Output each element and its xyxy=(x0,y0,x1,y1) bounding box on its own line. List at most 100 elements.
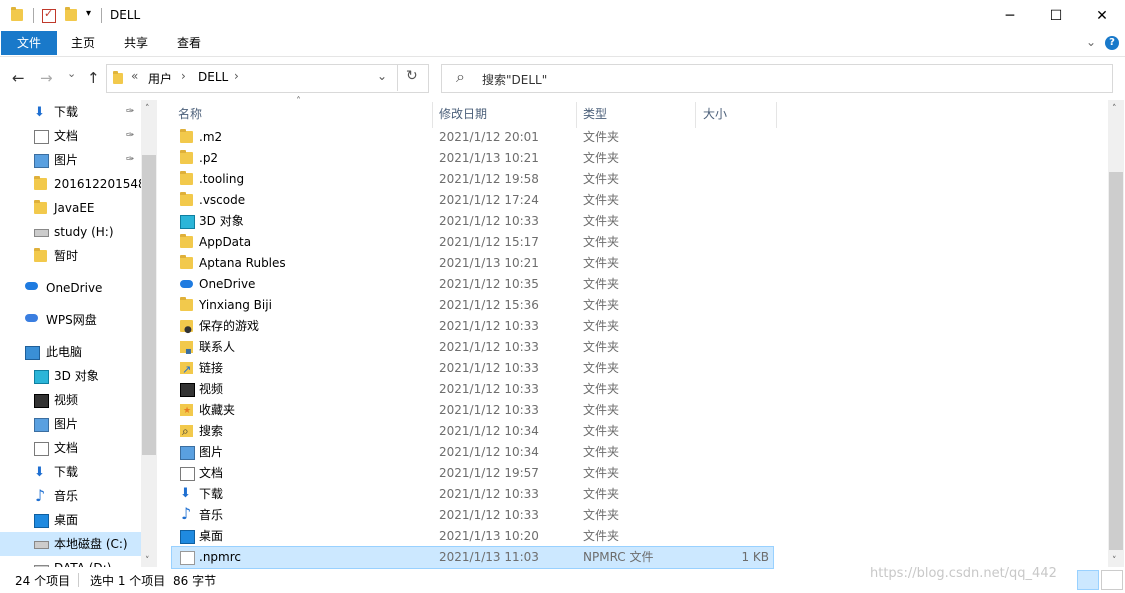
recent-locations-button[interactable]: ⌄ xyxy=(67,67,76,80)
forward-button[interactable]: → xyxy=(40,69,53,87)
column-divider[interactable] xyxy=(695,102,696,128)
file-name: .tooling xyxy=(199,172,245,186)
column-header-date[interactable]: 修改日期 xyxy=(433,102,487,126)
file-row[interactable]: .npmrc 2021/1/13 11:03 NPMRC 文件 1 KB xyxy=(171,546,774,569)
file-row[interactable]: 联系人 2021/1/12 10:33 文件夹 xyxy=(172,337,773,362)
address-dropdown-button[interactable]: ⌄ xyxy=(377,69,387,83)
file-row[interactable]: 文档 2021/1/12 19:57 文件夹 xyxy=(172,463,773,484)
sidebar-item-label: 音乐 xyxy=(54,489,79,503)
column-header-type[interactable]: 类型 xyxy=(577,102,607,126)
column-divider[interactable] xyxy=(776,102,777,128)
file-row[interactable]: OneDrive 2021/1/12 10:35 文件夹 xyxy=(172,274,773,295)
sidebar-item[interactable]: 图片 ✑ xyxy=(0,148,141,172)
sidebar-item[interactable]: 此电脑 xyxy=(0,340,141,364)
new-folder-icon[interactable] xyxy=(65,7,77,21)
sidebar-item[interactable]: 下载 xyxy=(0,460,141,485)
tab-view[interactable]: 查看 xyxy=(168,31,210,55)
breadcrumb-separator[interactable]: › xyxy=(181,69,186,83)
sidebar-item[interactable]: 视频 xyxy=(0,388,141,412)
sidebar-item[interactable]: study (H:) xyxy=(0,220,141,244)
breadcrumb-item-dell[interactable]: DELL xyxy=(198,70,228,84)
up-button[interactable]: ↑ xyxy=(87,69,100,87)
list-scroll-up[interactable]: ˄ xyxy=(1112,104,1117,114)
refresh-button[interactable]: ↻ xyxy=(397,64,428,91)
file-row[interactable]: 桌面 2021/1/13 10:20 文件夹 xyxy=(172,526,773,547)
file-row[interactable]: 收藏夹 2021/1/12 10:33 文件夹 xyxy=(172,400,773,422)
breadcrumb-item-users[interactable]: 用户 xyxy=(148,70,172,87)
column-header-size[interactable]: 大小 xyxy=(697,102,727,126)
close-button[interactable]: ✕ xyxy=(1079,0,1125,31)
file-date: 2021/1/12 10:34 xyxy=(439,445,539,459)
sidebar-item[interactable]: JavaEE xyxy=(0,196,141,220)
qat-dropdown-icon[interactable]: ▾ xyxy=(86,8,91,19)
file-name: 音乐 xyxy=(199,508,224,522)
tab-file[interactable]: 文件 xyxy=(1,31,57,55)
minimize-button[interactable]: ─ xyxy=(987,0,1033,31)
help-icon[interactable]: ? xyxy=(1105,36,1119,50)
sidebar-scroll-up[interactable]: ˄ xyxy=(145,104,150,114)
search-icon xyxy=(180,421,193,442)
tab-home[interactable]: 主页 xyxy=(62,31,104,55)
file-list-scroll-thumb[interactable] xyxy=(1109,172,1123,550)
address-bar[interactable]: « 用户 › DELL › ⌄ xyxy=(106,64,429,93)
divider xyxy=(101,8,102,23)
file-name: Yinxiang Biji xyxy=(199,298,272,312)
sidebar-item[interactable]: 桌面 xyxy=(0,508,141,532)
file-size: 1 KB xyxy=(741,550,769,564)
sidebar-item[interactable]: 文档 xyxy=(0,436,141,460)
properties-icon[interactable] xyxy=(42,7,56,23)
breadcrumb-overflow[interactable]: « xyxy=(131,69,138,83)
breadcrumb-separator[interactable]: › xyxy=(234,69,239,83)
pic-icon xyxy=(34,418,49,432)
file-type: 文件夹 xyxy=(583,382,620,396)
sidebar-item[interactable]: 图片 xyxy=(0,412,141,436)
pic-icon xyxy=(34,154,49,168)
file-row[interactable]: 视频 2021/1/12 10:33 文件夹 xyxy=(172,379,773,400)
sidebar-item[interactable]: 3D 对象 xyxy=(0,364,141,388)
maximize-button[interactable]: ☐ xyxy=(1033,0,1079,31)
file-type: 文件夹 xyxy=(583,466,620,480)
file-row[interactable]: 3D 对象 2021/1/12 10:33 文件夹 xyxy=(172,211,773,232)
sidebar-item[interactable]: 本地磁盘 (C:) xyxy=(0,532,141,556)
sidebar-item[interactable]: 音乐 xyxy=(0,484,141,508)
sidebar-item[interactable]: WPS网盘 xyxy=(0,308,141,332)
chevron-down-icon[interactable]: ⌄ xyxy=(1086,35,1096,49)
large-icons-view-button[interactable] xyxy=(1101,570,1123,590)
search-box[interactable]: ⌕ 搜索"DELL" xyxy=(441,64,1113,93)
file-type: 文件夹 xyxy=(583,193,620,207)
sidebar-item[interactable]: 暂时 xyxy=(0,244,141,268)
title-bar: ▾ DELL ─ ☐ ✕ xyxy=(0,0,1125,31)
details-view-button[interactable] xyxy=(1077,570,1099,590)
sidebar-item[interactable]: DATA (D:) xyxy=(0,556,141,567)
file-row[interactable]: AppData 2021/1/12 15:17 文件夹 xyxy=(172,232,773,253)
sidebar-item[interactable]: 文档 ✑ xyxy=(0,124,141,148)
column-header-name[interactable]: 名称 xyxy=(172,102,202,126)
file-row[interactable]: .m2 2021/1/12 20:01 文件夹 xyxy=(172,127,773,148)
sidebar-item[interactable]: OneDrive xyxy=(0,276,141,300)
file-row[interactable]: .p2 2021/1/13 10:21 文件夹 xyxy=(172,148,773,169)
sidebar-item[interactable]: 下载 ✑ xyxy=(0,100,141,125)
file-row[interactable]: 图片 2021/1/12 10:34 文件夹 xyxy=(172,442,773,463)
file-row[interactable]: 音乐 2021/1/12 10:33 文件夹 xyxy=(172,503,773,526)
item-count: 24 个项目 xyxy=(15,574,71,588)
file-row[interactable]: Aptana Rubles 2021/1/13 10:21 文件夹 xyxy=(172,253,773,274)
file-row[interactable]: 搜索 2021/1/12 10:34 文件夹 xyxy=(172,421,773,442)
folder-icon xyxy=(34,200,47,214)
file-row[interactable]: 保存的游戏 2021/1/12 10:33 文件夹 xyxy=(172,316,773,341)
file-row[interactable]: 链接 2021/1/12 10:33 文件夹 xyxy=(172,358,773,380)
sidebar-scroll-thumb[interactable] xyxy=(142,155,156,455)
file-row[interactable]: .vscode 2021/1/12 17:24 文件夹 xyxy=(172,190,773,211)
pin-icon: ✑ xyxy=(126,154,135,165)
back-button[interactable]: ← xyxy=(12,69,25,87)
pin-icon: ✑ xyxy=(126,106,135,117)
tab-share[interactable]: 共享 xyxy=(115,31,157,55)
list-scroll-down[interactable]: ˅ xyxy=(1112,556,1117,566)
file-row[interactable]: 下载 2021/1/12 10:33 文件夹 xyxy=(172,483,773,505)
file-row[interactable]: Yinxiang Biji 2021/1/12 15:36 文件夹 xyxy=(172,295,773,316)
folder-icon xyxy=(180,234,193,248)
sidebar-item[interactable]: 201612201548 xyxy=(0,172,146,196)
sidebar-item-label: 201612201548 xyxy=(54,177,146,191)
search-input[interactable]: 搜索"DELL" xyxy=(482,71,547,88)
file-row[interactable]: .tooling 2021/1/12 19:58 文件夹 xyxy=(172,169,773,190)
sidebar-scroll-down[interactable]: ˅ xyxy=(145,556,150,566)
